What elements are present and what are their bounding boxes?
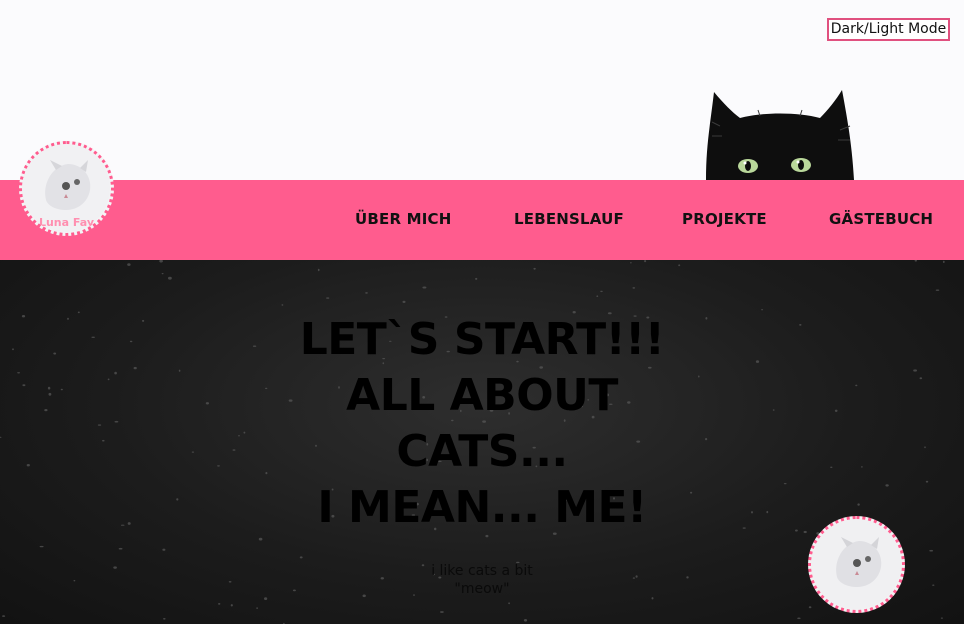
snow-speck (299, 556, 303, 559)
snow-speck (935, 289, 940, 291)
snow-speck (523, 619, 528, 622)
snow-speck (118, 547, 123, 550)
nav-item-ueber-mich[interactable]: ÜBER MICH (355, 210, 452, 228)
main-navigation: ÜBER MICH LEBENSLAUF PROJEKTE GÄSTEBUCH (0, 180, 964, 260)
snow-speck (258, 537, 263, 541)
snow-speck (161, 273, 164, 275)
page: Dark/Light Mode ÜBER MICH LEBENSLAUF PRO… (0, 0, 964, 624)
nav-item-lebenslauf[interactable]: LEBENSLAUF (514, 210, 624, 228)
snow-speck (365, 292, 368, 294)
snow-speck (797, 617, 801, 620)
snow-speck (929, 549, 934, 552)
snow-speck (326, 297, 330, 299)
white-kitten-icon (811, 519, 901, 609)
snow-speck (256, 607, 258, 609)
snow-speck (162, 548, 166, 551)
snow-speck (218, 603, 221, 605)
snow-speck (127, 263, 131, 266)
snow-speck (942, 260, 945, 263)
snow-speck (475, 277, 478, 280)
snow-speck (644, 260, 647, 263)
snow-speck (761, 309, 764, 311)
snow-speck (940, 617, 944, 619)
snow-speck (317, 268, 320, 272)
snow-speck (600, 290, 603, 293)
dark-light-mode-button[interactable]: Dark/Light Mode (827, 18, 950, 41)
snow-speck (596, 295, 599, 297)
nav-item-gaestebuch[interactable]: GÄSTEBUCH (829, 210, 933, 228)
hero-title: LET`S START!!! ALL ABOUT CATS... I MEAN.… (0, 312, 964, 536)
snow-speck (230, 604, 233, 607)
hero-title-line: CATS... (396, 426, 568, 477)
avatar[interactable] (808, 516, 905, 613)
logo[interactable]: Luna Fay (19, 141, 114, 236)
snow-speck (159, 260, 163, 263)
snow-speck (402, 300, 406, 303)
snow-speck (163, 618, 166, 620)
snow-speck (281, 304, 284, 306)
black-cat-image (706, 90, 854, 180)
hero-title-line: ALL ABOUT (346, 370, 618, 421)
snow-speck (678, 264, 681, 267)
snow-speck (508, 602, 510, 605)
snow-speck (440, 611, 444, 613)
snow-speck (168, 276, 172, 280)
snow-speck (632, 287, 636, 289)
hero-title-line: LET`S START!!! (299, 314, 665, 365)
nav-item-projekte[interactable]: PROJEKTE (682, 210, 767, 228)
logo-name: Luna Fay (38, 216, 95, 229)
header-area: Dark/Light Mode (0, 0, 964, 180)
snow-speck (39, 545, 44, 548)
snow-speck (533, 267, 536, 270)
snow-speck (630, 262, 632, 264)
snow-speck (422, 286, 427, 289)
snow-speck (2, 615, 6, 617)
snow-speck (914, 260, 917, 262)
